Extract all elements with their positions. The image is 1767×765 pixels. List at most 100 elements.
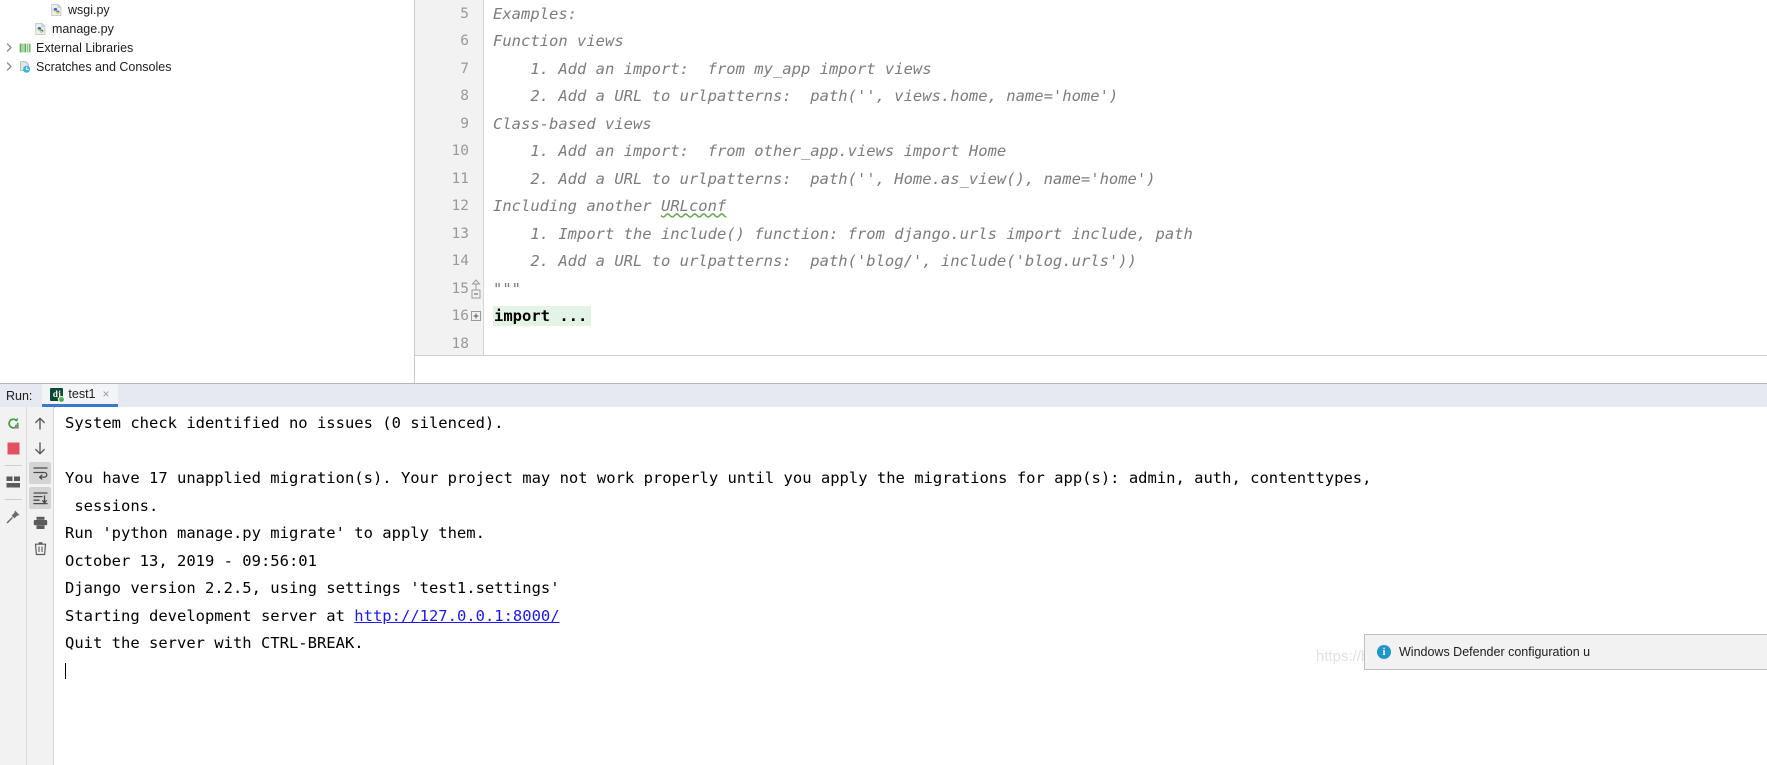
code-text: 2. Add a URL to urlpatterns: path('', vi… [493, 87, 1119, 106]
code-text: """ [493, 279, 521, 298]
code-text: 1. Add an import: from other_app.views i… [493, 142, 1007, 161]
run-tab-test1[interactable]: dj test1 × [42, 384, 118, 407]
tree-item-scratches-and-consoles[interactable]: Scratches and Consoles [0, 57, 414, 76]
line-number: 13 [451, 225, 469, 242]
code-text: 2. Add a URL to urlpatterns: path('', Ho… [493, 169, 1156, 188]
print-button[interactable] [29, 512, 51, 534]
tree-item-label: External Libraries [36, 40, 134, 55]
soft-wrap-icon [32, 467, 48, 480]
django-icon: dj [50, 387, 66, 403]
code-editor[interactable]: 5 Examples: 6 Function views 7 1. Add an… [414, 0, 1767, 383]
console-line: Run 'python manage.py migrate' to apply … [65, 524, 485, 542]
code-text: Examples: [493, 4, 577, 23]
code-line-folded-import[interactable]: 16 import ... [415, 303, 1767, 331]
line-number: 16 [451, 308, 469, 325]
arrow-down-icon [35, 441, 45, 454]
code-text: 1. Import the include() function: from d… [493, 224, 1193, 243]
soft-wrap-button[interactable] [29, 462, 51, 484]
rerun-icon [7, 417, 19, 429]
code-text: 1. Add an import: from my_app import vie… [493, 59, 932, 78]
code-line[interactable]: 6 Function views [415, 28, 1767, 56]
run-tab-label: test1 [68, 387, 96, 401]
run-toolbar-secondary[interactable] [27, 407, 54, 765]
stop-icon [7, 442, 19, 454]
fold-end-marker[interactable] [469, 278, 483, 300]
libraries-icon [16, 40, 33, 56]
code-line[interactable]: 13 1. Import the include() function: fro… [415, 220, 1767, 248]
code-text: Including another URLconf [483, 197, 726, 215]
console-line: sessions. [65, 496, 159, 515]
code-line[interactable]: 7 1. Add an import: from my_app import v… [415, 55, 1767, 83]
python-file-icon [48, 2, 65, 18]
arrow-up-icon [35, 417, 45, 430]
printer-icon [33, 516, 47, 529]
windows-defender-notification[interactable]: i Windows Defender configuration u [1364, 634, 1767, 670]
pin-tab-button[interactable] [2, 505, 24, 527]
code-line[interactable]: 18 [415, 330, 1767, 358]
project-tool-window[interactable]: wsgi.py manage.py External Libraries Scr… [0, 0, 414, 383]
code-text: Function views [493, 32, 624, 51]
line-number: 11 [451, 170, 469, 187]
console-line-server-url: Starting development server at http://12… [55, 603, 1767, 631]
line-number: 12 [451, 198, 469, 215]
server-url-link[interactable]: http://127.0.0.1:8000/ [354, 607, 559, 625]
console-line: You have 17 unapplied migration(s). Your… [65, 469, 1372, 487]
code-line[interactable]: 12 Including another URLconf [415, 193, 1767, 221]
notification-text: Windows Defender configuration u [1399, 645, 1591, 659]
line-number: 18 [451, 335, 469, 352]
code-line[interactable]: 11 2. Add a URL to urlpatterns: path('',… [415, 165, 1767, 193]
spellcheck-word: URLconf [660, 197, 727, 216]
tree-item-label: wsgi.py [68, 2, 110, 17]
folded-import-text[interactable]: import ... [493, 306, 592, 327]
tree-item-label: manage.py [52, 21, 114, 36]
tree-item-manage[interactable]: manage.py [0, 19, 414, 38]
run-tool-window-header: Run: dj test1 × [0, 384, 1767, 408]
rerun-button[interactable] [2, 412, 24, 434]
code-line[interactable]: 8 2. Add a URL to urlpatterns: path('', … [415, 83, 1767, 111]
line-number: 15 [451, 280, 469, 297]
text-caret [65, 662, 66, 679]
console-line-text: Starting development server at [65, 606, 355, 625]
code-lines[interactable]: 5 Examples: 6 Function views 7 1. Add an… [415, 0, 1767, 355]
clear-all-button[interactable] [29, 537, 51, 559]
console-line: System check identified no issues (0 sil… [65, 414, 504, 432]
run-label: Run: [6, 388, 33, 403]
console-line: Django version 2.2.5, using settings 'te… [65, 579, 560, 597]
line-number: 8 [460, 88, 469, 105]
restore-layout-button[interactable] [2, 471, 24, 493]
layout-icon [6, 476, 20, 487]
code-text: import ... [483, 306, 592, 327]
code-line[interactable]: 14 2. Add a URL to urlpatterns: path('bl… [415, 248, 1767, 276]
tree-item-wsgi[interactable]: wsgi.py [0, 0, 414, 19]
editor-bottom-strip [415, 355, 1767, 383]
fold-expand-icon[interactable] [469, 311, 483, 322]
code-text: Class-based views [493, 114, 652, 133]
line-number: 7 [460, 60, 469, 77]
code-line[interactable]: 10 1. Add an import: from other_app.view… [415, 138, 1767, 166]
close-icon[interactable]: × [101, 388, 110, 400]
code-text: 2. Add a URL to urlpatterns: path('blog/… [493, 252, 1137, 271]
run-toolbar-primary[interactable] [0, 407, 27, 765]
down-button[interactable] [29, 437, 51, 459]
code-line[interactable]: 9 Class-based views [415, 110, 1767, 138]
up-button[interactable] [29, 412, 51, 434]
scratches-icon [16, 59, 33, 75]
console-line: October 13, 2019 - 09:56:01 [65, 551, 317, 570]
editor-area: wsgi.py manage.py External Libraries Scr… [0, 0, 1767, 383]
scroll-to-end-icon [32, 492, 48, 505]
chevron-right-icon[interactable] [3, 43, 16, 52]
toolbar-divider [4, 465, 22, 466]
code-text-plain: Including another URLconf [493, 197, 727, 216]
stop-button[interactable] [2, 437, 24, 459]
scroll-to-end-button[interactable] [29, 487, 51, 509]
code-line[interactable]: 5 Examples: [415, 0, 1767, 28]
run-console-output[interactable]: System check identified no issues (0 sil… [55, 407, 1767, 765]
tree-item-external-libraries[interactable]: External Libraries [0, 38, 414, 57]
line-number: 6 [460, 33, 469, 50]
chevron-right-icon[interactable] [3, 62, 16, 71]
python-file-icon [32, 21, 49, 37]
run-tool-window[interactable]: Run: dj test1 × System check identified … [0, 383, 1767, 765]
line-number: 10 [451, 143, 469, 160]
code-line[interactable]: 15 """ [415, 275, 1767, 303]
